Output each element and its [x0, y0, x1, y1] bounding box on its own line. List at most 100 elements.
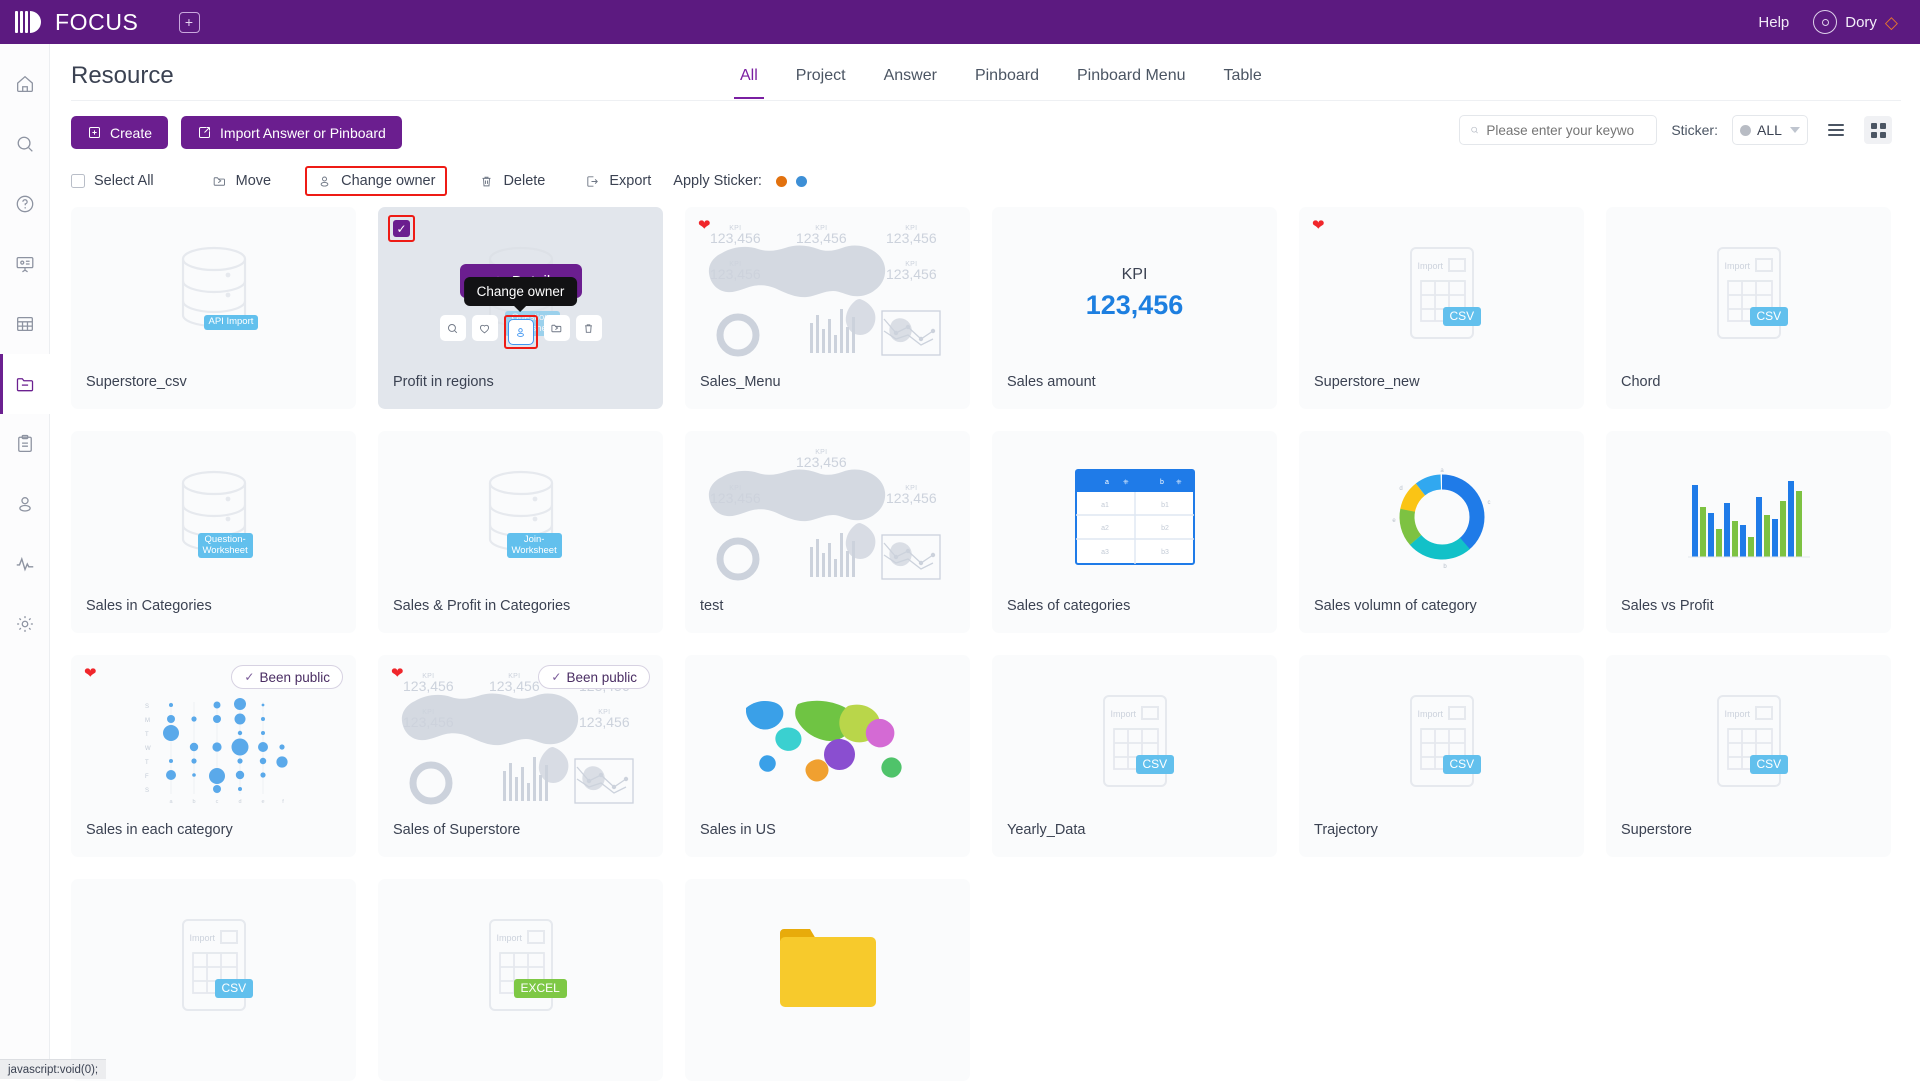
- sidebar-item-resource[interactable]: [0, 354, 50, 414]
- favorite-heart-icon[interactable]: [472, 315, 498, 341]
- import-button[interactable]: Import Answer or Pinboard: [181, 116, 402, 149]
- resource-card[interactable]: Sales in US: [685, 655, 970, 857]
- import-label: Import: [497, 933, 523, 943]
- list-view-button[interactable]: [1822, 116, 1850, 144]
- resource-card[interactable]: Import CSV Chord: [1606, 207, 1891, 409]
- resource-card[interactable]: Join- Worksheet Sales & Profit in Catego…: [378, 431, 663, 633]
- select-all-label: Select All: [94, 173, 154, 189]
- sticker-filter-value: ALL: [1757, 122, 1782, 138]
- search-input[interactable]: [1486, 123, 1646, 138]
- plus-square-icon[interactable]: +: [179, 12, 200, 33]
- sticker-swatch-blue[interactable]: [796, 176, 807, 187]
- sidebar-item-presentation[interactable]: [0, 234, 50, 294]
- sticker-swatch-orange[interactable]: [776, 176, 787, 187]
- card-action-icons: [440, 315, 602, 349]
- sidebar-item-table[interactable]: [0, 294, 50, 354]
- search-box[interactable]: [1459, 115, 1657, 145]
- dashboard-thumbnail: KPI123,456 KPI123,456 KPI123,456 KPI123,…: [700, 223, 955, 363]
- left-sidebar: [0, 44, 50, 1079]
- resource-card[interactable]: acbed Sales volumn of category: [1299, 431, 1584, 633]
- import-label: Import: [1418, 709, 1444, 719]
- resource-card[interactable]: KPI123,456 KPI123,456 KPI123,456: [685, 431, 970, 633]
- card-title: Trajectory: [1314, 822, 1378, 838]
- move-folder-icon[interactable]: [544, 315, 570, 341]
- resource-card[interactable]: Question- Worksheet Sales in Categories: [71, 431, 356, 633]
- card-thumbnail: Import CSV: [1299, 671, 1584, 811]
- move-button[interactable]: Move: [212, 173, 271, 189]
- public-badge: ✓ Been public: [538, 665, 650, 689]
- resource-card[interactable]: Sales vs Profit: [1606, 431, 1891, 633]
- change-owner-person-icon[interactable]: [508, 319, 534, 345]
- card-title: Superstore_csv: [86, 374, 187, 390]
- select-all-control[interactable]: Select All: [71, 173, 154, 189]
- tab-answer[interactable]: Answer: [884, 67, 937, 99]
- preview-search-icon[interactable]: [440, 315, 466, 341]
- resource-card[interactable]: KPI 123,456 Sales amount: [992, 207, 1277, 409]
- import-label: Import: [1725, 709, 1751, 719]
- favorite-heart-icon[interactable]: ❤: [84, 666, 97, 681]
- world-map-art: [393, 671, 648, 811]
- card-type-tag: Question- Worksheet: [198, 533, 253, 558]
- grid-view-button[interactable]: [1864, 116, 1892, 144]
- sticker-filter-label: Sticker:: [1671, 122, 1718, 138]
- sticker-filter-select[interactable]: ALL: [1732, 115, 1808, 145]
- create-button[interactable]: Create: [71, 116, 168, 149]
- svg-text:M: M: [145, 718, 150, 724]
- resource-card[interactable]: Import CSV: [71, 879, 356, 1081]
- sidebar-item-activity[interactable]: [0, 534, 50, 594]
- svg-text:e: e: [1392, 518, 1396, 524]
- resource-card-hovered[interactable]: ✓ Question- Worksheet Detail Change owne…: [378, 207, 663, 409]
- resource-card[interactable]: API Import Superstore_csv: [71, 207, 356, 409]
- select-all-checkbox[interactable]: [71, 174, 85, 188]
- user-menu[interactable]: Dory ◇: [1813, 10, 1898, 34]
- resource-card[interactable]: ❤ ✓ Been public SMTW TFS abc def: [71, 655, 356, 857]
- tab-pinboard[interactable]: Pinboard: [975, 67, 1039, 99]
- export-button[interactable]: Export: [585, 173, 651, 189]
- tab-all[interactable]: All: [740, 67, 758, 99]
- sidebar-item-clipboard[interactable]: [0, 414, 50, 474]
- resource-card[interactable]: Import EXCEL: [378, 879, 663, 1081]
- card-thumbnail: API Import: [71, 223, 356, 363]
- import-label: Import: [190, 933, 216, 943]
- resource-card-folder[interactable]: [685, 879, 970, 1081]
- tab-table[interactable]: Table: [1224, 67, 1262, 99]
- svg-text:f: f: [282, 799, 284, 805]
- resource-card[interactable]: Import CSV Yearly_Data: [992, 655, 1277, 857]
- move-folder-icon: [212, 174, 227, 189]
- folder-icon: [776, 919, 880, 1011]
- tab-project[interactable]: Project: [796, 67, 846, 99]
- change-owner-button[interactable]: Change owner: [305, 166, 447, 196]
- sidebar-item-home[interactable]: [0, 54, 50, 114]
- resource-card[interactable]: ❤ KPI123,456 KPI123,456 KPI123,456 KPI12…: [685, 207, 970, 409]
- delete-trash-icon[interactable]: [576, 315, 602, 341]
- resource-card[interactable]: Import CSV Trajectory: [1299, 655, 1584, 857]
- list-view-icon: [1828, 121, 1844, 138]
- svg-text:S: S: [145, 704, 149, 710]
- delete-button[interactable]: Delete: [479, 173, 545, 189]
- card-thumbnail: KPI123,456 KPI123,456 KPI123,456 KPI123,…: [378, 671, 663, 811]
- svg-text:F: F: [145, 774, 149, 780]
- resource-card[interactable]: ❤ Import CSV Superstore_new: [1299, 207, 1584, 409]
- resource-card[interactable]: a ⎈ b ⎈ a1b1 a2b2 a3b3 Sales of categori…: [992, 431, 1277, 633]
- sidebar-item-settings[interactable]: [0, 594, 50, 654]
- user-name: Dory: [1845, 14, 1877, 31]
- sidebar-item-help[interactable]: [0, 174, 50, 234]
- resource-card[interactable]: Import CSV Superstore: [1606, 655, 1891, 857]
- svg-text:e: e: [261, 799, 264, 805]
- tab-pinboard-menu[interactable]: Pinboard Menu: [1077, 67, 1186, 99]
- card-thumbnail: Import CSV: [1606, 671, 1891, 811]
- change-owner-label: Change owner: [341, 173, 435, 189]
- file-import-icon: [1714, 245, 1784, 341]
- brand-logo[interactable]: FOCUS: [14, 9, 139, 36]
- sidebar-item-search[interactable]: [0, 114, 50, 174]
- card-title: Sales of Superstore: [393, 822, 520, 838]
- resource-card[interactable]: ❤ ✓ Been public KPI123,456 KPI123,456 KP…: [378, 655, 663, 857]
- card-type-tag: EXCEL: [514, 979, 567, 998]
- svg-text:a1: a1: [1101, 502, 1109, 509]
- sticker-color-dot: [1740, 125, 1751, 136]
- card-thumbnail: KPI123,456 KPI123,456 KPI123,456: [685, 447, 970, 587]
- sidebar-item-user[interactable]: [0, 474, 50, 534]
- card-thumbnail: Import CSV: [71, 895, 356, 1035]
- card-type-tag: CSV: [1750, 755, 1789, 774]
- help-link[interactable]: Help: [1758, 14, 1789, 31]
